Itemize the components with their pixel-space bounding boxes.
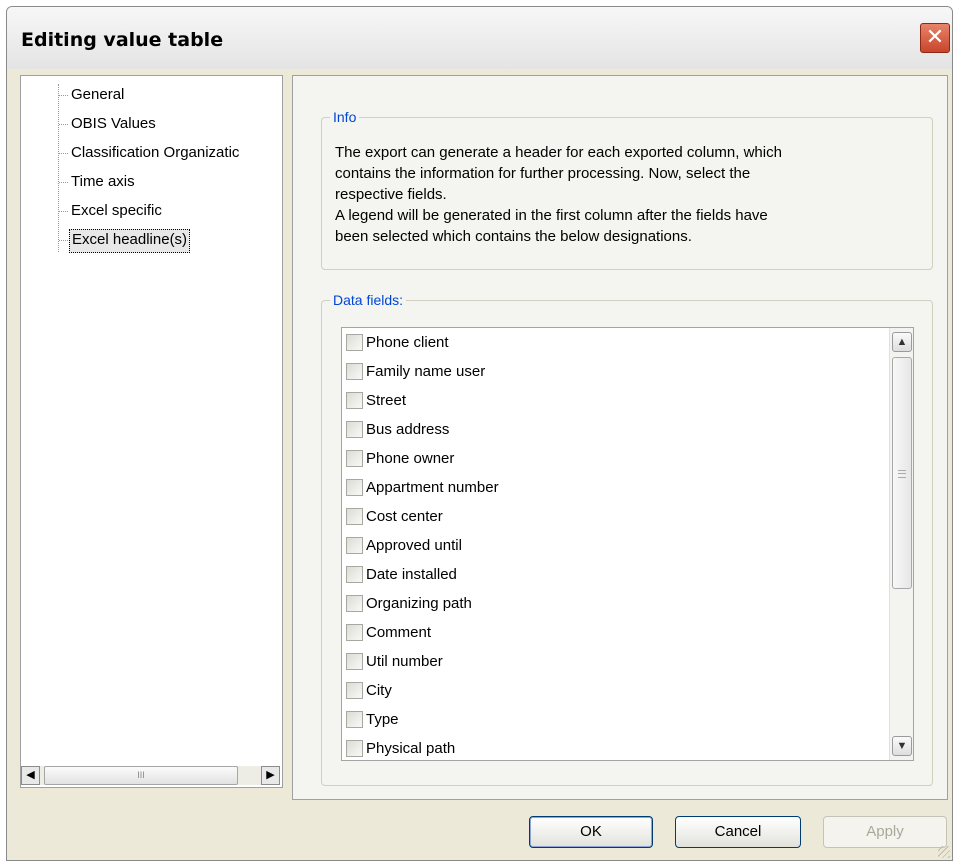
list-item-label: Type: [366, 711, 399, 728]
navigation-tree: General OBIS Values Classification Organ…: [20, 75, 283, 788]
chevron-down-icon: ▼: [896, 740, 908, 752]
tree-connector: [59, 124, 68, 125]
list-item-label: Phone owner: [366, 450, 455, 467]
info-text: The export can generate a header for eac…: [335, 142, 920, 247]
tree-item-obis-values[interactable]: OBIS Values: [69, 113, 158, 135]
grip-icon: [898, 470, 906, 478]
list-item-label: Comment: [366, 624, 432, 641]
chevron-left-icon: ◀: [26, 769, 35, 781]
list-vertical-scrollbar[interactable]: ▲ ▼: [889, 328, 913, 760]
tree-item-excel-specific[interactable]: Excel specific: [69, 200, 164, 222]
list-item-bus-address[interactable]: Bus address: [346, 415, 449, 444]
cancel-button[interactable]: Cancel: [675, 816, 801, 848]
tree-connector-line: [58, 84, 59, 252]
data-fields-group-title: Data fields:: [330, 291, 407, 309]
list-item-organizing-path[interactable]: Organizing path: [346, 589, 472, 618]
checkbox[interactable]: [346, 740, 363, 757]
scroll-right-button[interactable]: ▶: [261, 766, 280, 785]
list-item-label: Date installed: [366, 566, 457, 583]
list-item-label: Phone client: [366, 334, 449, 351]
scroll-down-button[interactable]: ▼: [892, 736, 912, 756]
dialog-title: Editing value table: [21, 29, 224, 51]
data-fields-list[interactable]: Phone client Family name user Street Bus…: [341, 327, 914, 761]
checkbox[interactable]: [346, 682, 363, 699]
tree-connector: [59, 182, 68, 183]
info-text-line: The export can generate a header for eac…: [335, 144, 782, 161]
list-item-physical-path[interactable]: Physical path: [346, 734, 456, 760]
checkbox[interactable]: [346, 392, 363, 409]
list-item-cost-center[interactable]: Cost center: [346, 502, 443, 531]
scroll-left-button[interactable]: ◀: [21, 766, 40, 785]
list-item-label: Street: [366, 392, 407, 409]
list-item-comment[interactable]: Comment: [346, 618, 431, 647]
checkbox[interactable]: [346, 508, 363, 525]
tree-connector: [59, 211, 68, 212]
list-item-label: Approved until: [366, 537, 462, 554]
list-item-appartment-number[interactable]: Appartment number: [346, 473, 499, 502]
checkbox[interactable]: [346, 566, 363, 583]
list-item-phone-client[interactable]: Phone client: [346, 328, 449, 357]
tree-item-excel-headlines[interactable]: Excel headline(s): [69, 229, 191, 253]
list-item-street[interactable]: Street: [346, 386, 406, 415]
checkbox[interactable]: [346, 479, 363, 496]
checkbox[interactable]: [346, 450, 363, 467]
info-text-line: contains the information for further pro…: [335, 165, 751, 182]
checkbox[interactable]: [346, 711, 363, 728]
tree-item-time-axis[interactable]: Time axis: [69, 171, 137, 193]
chevron-right-icon: ▶: [266, 769, 275, 781]
list-item-util-number[interactable]: Util number: [346, 647, 443, 676]
info-text-line: A legend will be generated in the first …: [335, 207, 768, 224]
resize-grip-icon[interactable]: [938, 846, 950, 858]
settings-panel: Info The export can generate a header fo…: [292, 75, 948, 800]
info-group: Info The export can generate a header fo…: [321, 108, 933, 270]
list-item-label: Family name user: [366, 363, 486, 380]
dialog-window: Editing value table ✕ General OBIS Value…: [6, 6, 953, 861]
info-text-line: respective fields.: [335, 186, 447, 203]
tree-connector: [59, 95, 68, 96]
tree-item-general[interactable]: General: [69, 84, 126, 106]
tree-item-classification-organization[interactable]: Classification Organizatic: [69, 142, 241, 164]
list-item-label: Util number: [366, 653, 443, 670]
scroll-up-button[interactable]: ▲: [892, 332, 912, 352]
checkbox[interactable]: [346, 334, 363, 351]
dialog-client-area: General OBIS Values Classification Organ…: [7, 69, 952, 860]
list-item-label: Physical path: [366, 740, 456, 757]
list-item-city[interactable]: City: [346, 676, 392, 705]
chevron-up-icon: ▲: [896, 336, 908, 348]
checkbox[interactable]: [346, 595, 363, 612]
list-item-label: City: [366, 682, 392, 699]
tree-connector: [59, 153, 68, 154]
ok-button[interactable]: OK: [529, 816, 653, 848]
list-item-family-name-user[interactable]: Family name user: [346, 357, 485, 386]
info-text-line: been selected which contains the below d…: [335, 228, 692, 245]
info-group-title: Info: [330, 108, 360, 126]
list-item-approved-until[interactable]: Approved until: [346, 531, 462, 560]
checkbox[interactable]: [346, 421, 363, 438]
scrollbar-thumb[interactable]: III: [44, 766, 238, 785]
tree-horizontal-scrollbar[interactable]: ◀ III ▶: [21, 766, 280, 785]
list-item-label: Organizing path: [366, 595, 472, 612]
list-item-date-installed[interactable]: Date installed: [346, 560, 457, 589]
list-item-label: Appartment number: [366, 479, 499, 496]
checkbox[interactable]: [346, 363, 363, 380]
list-item-type[interactable]: Type: [346, 705, 399, 734]
apply-button[interactable]: Apply: [823, 816, 947, 848]
title-bar: Editing value table ✕: [7, 7, 952, 69]
close-button[interactable]: ✕: [920, 23, 950, 53]
checkbox[interactable]: [346, 653, 363, 670]
checkbox[interactable]: [346, 624, 363, 641]
data-fields-group: Data fields: Phone client Family name us…: [321, 291, 933, 786]
close-icon: ✕: [925, 25, 945, 50]
tree-connector: [59, 240, 68, 241]
list-item-label: Cost center: [366, 508, 443, 525]
checkbox[interactable]: [346, 537, 363, 554]
list-item-phone-owner[interactable]: Phone owner: [346, 444, 454, 473]
list-item-label: Bus address: [366, 421, 450, 438]
scrollbar-thumb[interactable]: [892, 357, 912, 589]
